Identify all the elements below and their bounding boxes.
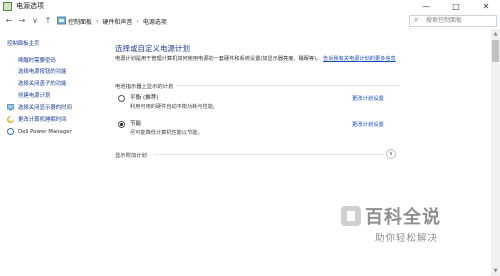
- watermark-subtitle: 助你轻松解决: [375, 233, 439, 244]
- minimize-button[interactable]: —: [416, 0, 436, 13]
- sidebar: 控制面板主页 唤醒时需要密码 选择电源按钮的功能 选择关闭盖子的功能 创建电源计…: [0, 29, 108, 276]
- recent-locations-button[interactable]: ∨: [30, 15, 40, 27]
- power-options-app-icon: [3, 2, 12, 11]
- back-button[interactable]: ←: [4, 15, 14, 27]
- watermark-title: 百科全说: [365, 207, 441, 228]
- breadcrumb-separator: ›: [136, 17, 139, 25]
- chevron-down-icon[interactable]: ∨: [386, 149, 396, 159]
- crumb-control-panel[interactable]: 控制面板: [68, 17, 92, 26]
- control-panel-icon: [57, 16, 66, 25]
- scroll-thumb[interactable]: [492, 40, 499, 62]
- plan-radio-power-saver[interactable]: [118, 121, 125, 128]
- display-icon: [7, 104, 14, 111]
- dell-icon: [7, 128, 14, 135]
- crumb-hardware-and-sound[interactable]: 硬件和声音: [102, 17, 132, 26]
- sleep-icon: [7, 116, 14, 123]
- sidebar-item-lid-close[interactable]: 选择关闭盖子的功能: [18, 80, 67, 88]
- address-bar: ← → ∨ ↑ 控制面板 › 硬件和声音 › 电源选项 ⌕ 搜索控制面板: [0, 13, 500, 29]
- sidebar-item-sleep-time[interactable]: 更改计算机睡眠时间: [18, 116, 67, 124]
- plan-desc-power-saver: 尽可能降低计算机性能以节能。: [130, 130, 203, 136]
- description-text: 电源计划是用于管理计算机如何使用电源的一套硬件和系统设置(如显示器亮度、睡眠等)…: [115, 56, 322, 62]
- watermark-logo-icon: [341, 206, 361, 226]
- section-divider: [154, 154, 384, 155]
- breadcrumb-separator: ›: [96, 17, 99, 25]
- show-additional-plans[interactable]: 显示附加计划: [115, 151, 147, 159]
- power-plan-info-link[interactable]: 告诉我有关电源计划的更多信息: [323, 56, 396, 62]
- close-button[interactable]: ✕: [476, 0, 496, 13]
- breadcrumb: 控制面板 › 硬件和声音 › 电源选项: [68, 15, 167, 27]
- vertical-scrollbar[interactable]: ▲ ▼: [491, 29, 500, 276]
- crumb-power-options[interactable]: 电源选项: [143, 17, 167, 26]
- scroll-up-arrow-icon[interactable]: ▲: [491, 29, 500, 39]
- page-description: 电源计划是用于管理计算机如何使用电源的一套硬件和系统设置(如显示器亮度、睡眠等)…: [115, 56, 415, 64]
- change-plan-settings-balanced[interactable]: 更改计划设置: [352, 94, 384, 102]
- plan-desc-balanced: 利用可用的硬件自动平衡功耗与性能。: [130, 104, 219, 110]
- search-input[interactable]: ⌕ 搜索控制面板: [409, 15, 497, 27]
- page-title: 选择或自定义电源计划: [115, 44, 190, 53]
- plan-radio-balanced[interactable]: [118, 95, 125, 102]
- section-divider: [176, 85, 400, 86]
- maximize-button[interactable]: □: [446, 0, 466, 13]
- main-content: 选择或自定义电源计划 电源计划是用于管理计算机如何使用电源的一套硬件和系统设置(…: [108, 29, 500, 276]
- scroll-down-arrow-icon[interactable]: ▼: [491, 266, 500, 276]
- section-label-battery-plans: 电池指示器上显示的计划: [115, 84, 174, 90]
- title-bar: 电源选项 — □ ✕: [0, 0, 500, 13]
- search-icon: ⌕: [414, 15, 419, 24]
- sidebar-item-home[interactable]: 控制面板主页: [7, 40, 39, 48]
- forward-button[interactable]: →: [17, 15, 27, 27]
- sidebar-item-create-plan[interactable]: 创建电源计划: [18, 92, 50, 100]
- sidebar-item-wake-password[interactable]: 唤醒时需要密码: [18, 57, 56, 65]
- change-plan-settings-power-saver[interactable]: 更改计划设置: [352, 120, 384, 128]
- window-title: 电源选项: [16, 2, 44, 10]
- sidebar-item-dell-power-manager[interactable]: Dell Power Manager: [18, 128, 72, 136]
- up-button[interactable]: ↑: [43, 15, 53, 27]
- sidebar-item-display-off[interactable]: 选择关闭显示器的时间: [18, 104, 72, 112]
- plan-name-power-saver[interactable]: 节能: [130, 119, 141, 127]
- search-placeholder: 搜索控制面板: [426, 17, 463, 24]
- plan-name-balanced[interactable]: 平衡 (推荐): [130, 93, 159, 101]
- sidebar-item-power-button[interactable]: 选择电源按钮的功能: [18, 68, 67, 76]
